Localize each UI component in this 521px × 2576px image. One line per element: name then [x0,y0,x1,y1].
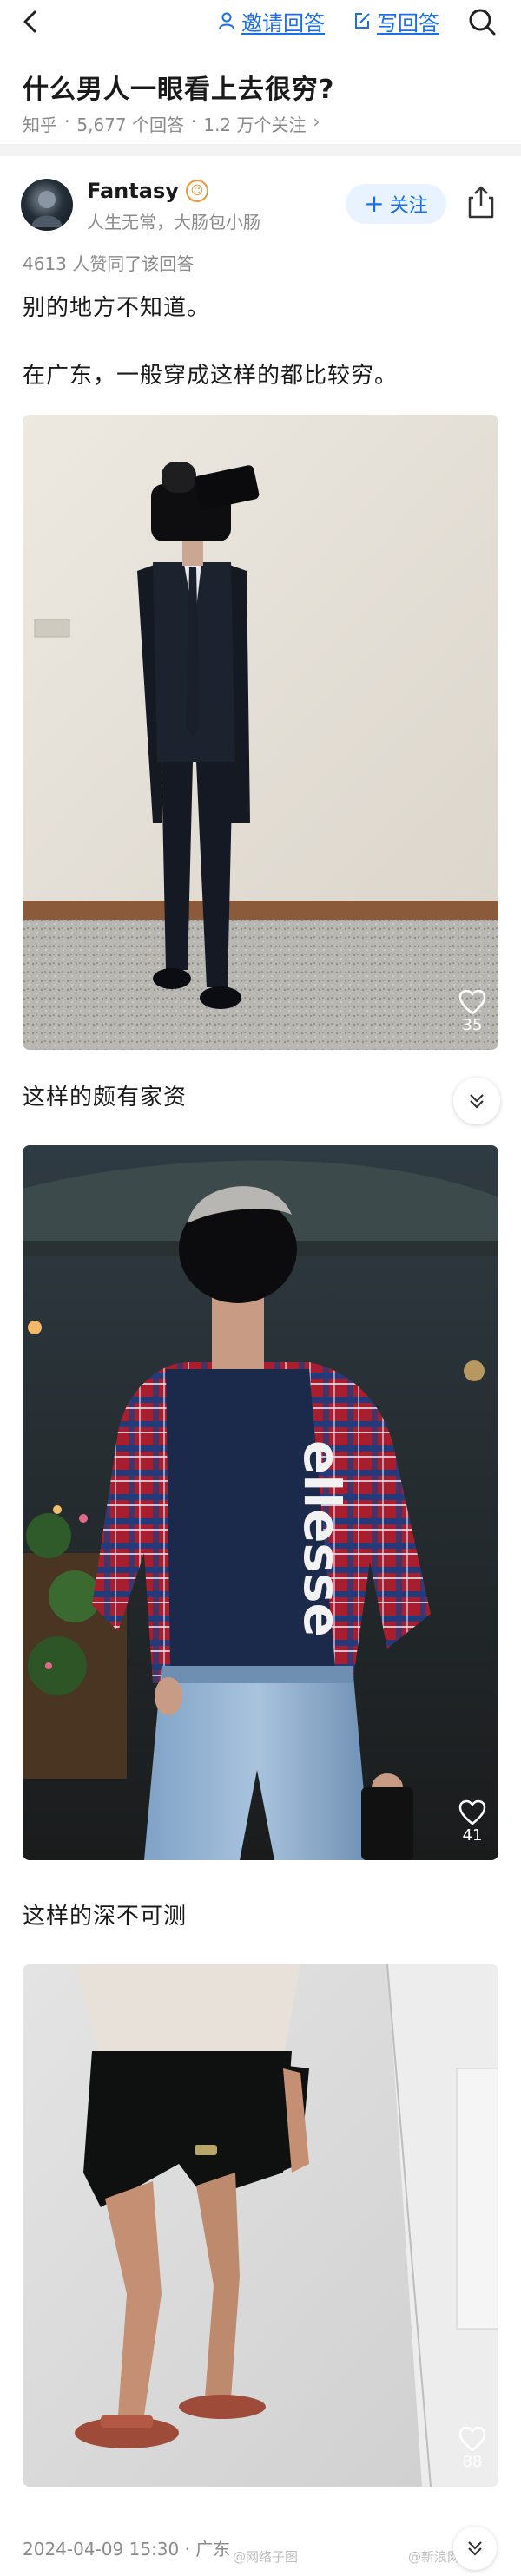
like-button[interactable]: 88 [453,2425,491,2471]
like-count: 41 [462,1826,483,1845]
heart-icon [458,1799,486,1825]
avatar[interactable] [21,179,73,231]
like-count: 88 [462,2453,483,2471]
chevron-right-icon: › [313,111,320,132]
section-divider [0,144,521,156]
answer-count: 5,677 个回答 [76,115,184,135]
like-count: 35 [462,1016,483,1034]
like-button[interactable]: 35 [453,988,491,1034]
chevron-double-down-icon [470,1094,484,1109]
search-icon[interactable] [467,7,497,36]
badge-icon: ☺ [185,180,208,202]
invite-answer-button[interactable]: 邀请回答 [217,8,325,36]
question-meta[interactable]: 知乎 · 5,677 个回答 · 1.2 万个关注 › [23,111,320,136]
chevron-double-down-icon [468,2541,482,2556]
photo-man-in-suit [23,415,498,1050]
follow-button[interactable]: + 关注 [346,184,446,224]
share-icon[interactable] [465,184,497,220]
back-arrow-icon[interactable] [19,9,42,35]
write-answer-label: 写回答 [377,10,439,36]
invite-answer-label: 邀请回答 [241,10,325,36]
caption-2: 这样的深不可测 [23,1904,188,1930]
photo-man-in-plaid-shirt: ellesse [23,1145,498,1860]
watermark-1: @网络子图 [233,2549,299,2565]
follow-label: 关注 [389,195,428,217]
person-icon [219,12,234,29]
caption-1: 这样的颇有家资 [23,1085,188,1111]
source-label: 知乎 [23,115,57,135]
shirt-brand-text: ellesse [293,1440,352,1637]
answer-photo-2[interactable]: ellesse 41 [23,1145,498,1860]
plus-icon: + [364,189,385,218]
answer-photo-3[interactable]: 88 [23,1964,498,2487]
answer-photo-1[interactable]: 35 [23,415,498,1050]
like-button[interactable]: 41 [453,1799,491,1845]
author-bio: 人生无常，大肠包小肠 [87,212,260,233]
author-name-row[interactable]: Fantasy ☺ [87,179,208,203]
top-nav-bar: 邀请回答 写回答 [0,0,521,47]
avatar-image [31,191,63,227]
question-title[interactable]: 什么男人一眼看上去很穷? [23,68,334,106]
answer-paragraph-1: 别的地方不知道。 [23,295,211,321]
photo-man-in-shorts [23,1964,498,2487]
watermark-2: @新浪网 [408,2549,461,2565]
collapse-button[interactable] [453,1078,500,1124]
heart-icon [458,989,486,1015]
author-name: Fantasy [87,179,179,203]
follower-count: 1.2 万个关注 [203,115,307,135]
write-answer-button[interactable]: 写回答 [353,8,439,36]
answer-date: 2024-04-09 15:30 · 广东 [23,2539,231,2560]
edit-icon [355,13,370,29]
upvote-count: 4613 人赞同了该回答 [23,253,195,274]
heart-icon [458,2426,486,2452]
collapse-button-bottom[interactable] [453,2527,497,2570]
answer-paragraph-2: 在广东，一般穿成这样的都比较穷。 [23,363,399,389]
